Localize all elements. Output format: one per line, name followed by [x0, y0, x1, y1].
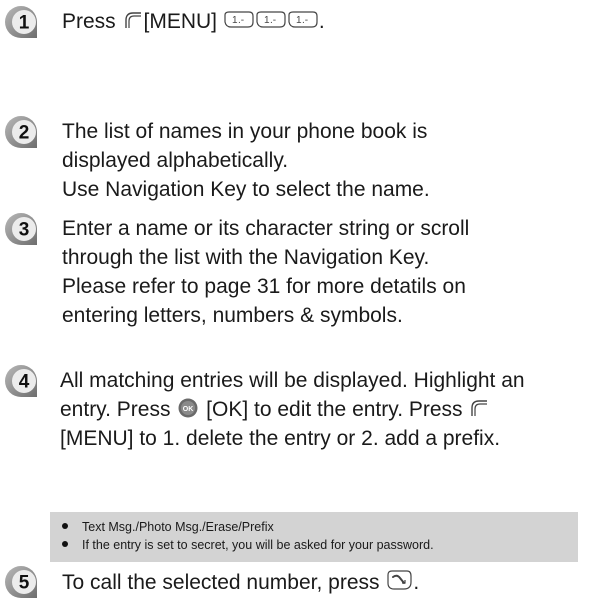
step-badge: 4 — [5, 365, 37, 397]
step-number: 1 — [19, 13, 30, 34]
step-badge: 1 — [5, 6, 37, 38]
step-2-line-3: Use Navigation Key to select the name. — [62, 178, 430, 201]
step-number: 5 — [19, 573, 30, 594]
step-4-line-2-a: entry. Press — [60, 398, 177, 421]
svg-text:.-: .- — [238, 15, 244, 26]
step-number: 3 — [19, 220, 30, 241]
step-number: 2 — [19, 123, 30, 144]
one-key-icon: 1 .- 1 .- 1 .- — [224, 11, 318, 28]
step-number: 4 — [19, 372, 30, 393]
step-3-line-2: through the list with the Navigation Key… — [62, 246, 430, 269]
step-5-text-a: To call the selected number, press — [62, 571, 386, 594]
step-5-text-end: . — [413, 571, 420, 594]
send-key-icon — [387, 570, 412, 590]
note-box: Text Msg./Photo Msg./Erase/Prefix If the… — [50, 512, 578, 562]
step-2-line-1: The list of names in your phone book is — [62, 120, 428, 143]
step-4-line-2-b: [OK] to edit the entry. Press — [206, 398, 469, 421]
step-2-line-2: displayed alphabetically. — [62, 149, 289, 172]
step-1-text-menu: [MENU] — [143, 10, 218, 33]
step-3-line-3: Please refer to page 31 for more detatil… — [62, 275, 466, 298]
step-3-line-4: entering letters, numbers & symbols. — [62, 304, 403, 327]
step-badge: 5 — [5, 566, 37, 598]
step-1-text-end: . — [318, 10, 325, 33]
step-4-line-3: [MENU] to 1. delete the entry or 2. add … — [60, 427, 501, 450]
step-3-line-1: Enter a name or its character string or … — [62, 217, 470, 240]
svg-text:.-: .- — [302, 15, 308, 26]
step-1-text-a: Press — [62, 10, 122, 33]
bullet-icon — [62, 523, 68, 529]
note-1: Text Msg./Photo Msg./Erase/Prefix — [82, 520, 274, 534]
step-badge: 2 — [5, 116, 37, 148]
soft-key-icon — [471, 400, 488, 416]
svg-text:OK: OK — [183, 406, 194, 413]
note-2: If the entry is set to secret, you will … — [82, 538, 434, 552]
ok-button-icon: OK — [178, 398, 198, 418]
step-badge: 3 — [5, 213, 37, 245]
svg-text:.-: .- — [270, 15, 276, 26]
step-4-line-1: All matching entries will be displayed. … — [60, 369, 525, 392]
soft-key-icon — [124, 12, 141, 28]
bullet-icon — [62, 541, 68, 547]
